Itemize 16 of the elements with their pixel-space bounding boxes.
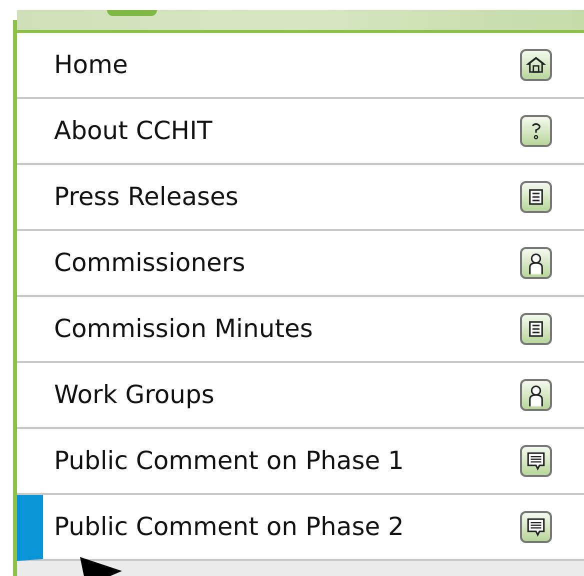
menu-item[interactable]: Home bbox=[17, 33, 584, 99]
document-icon bbox=[520, 181, 552, 213]
person-icon bbox=[520, 247, 552, 279]
home-icon bbox=[520, 49, 552, 81]
menu-item[interactable]: Commissioners bbox=[17, 231, 584, 297]
menu-item[interactable]: Press Releases bbox=[17, 165, 584, 231]
help-icon bbox=[520, 115, 552, 147]
menu-item[interactable]: About CCHIT bbox=[17, 99, 584, 165]
menu-item[interactable]: Commission Minutes bbox=[17, 297, 584, 363]
comment-icon bbox=[520, 511, 552, 543]
menu-item[interactable]: Public Comment on Phase 1 bbox=[17, 429, 584, 495]
menu-item[interactable]: Public Comment on Phase 2 bbox=[17, 495, 584, 561]
comment-icon bbox=[520, 445, 552, 477]
document-icon bbox=[520, 313, 552, 345]
person-icon bbox=[520, 379, 552, 411]
menu-item[interactable]: Work Groups bbox=[17, 363, 584, 429]
